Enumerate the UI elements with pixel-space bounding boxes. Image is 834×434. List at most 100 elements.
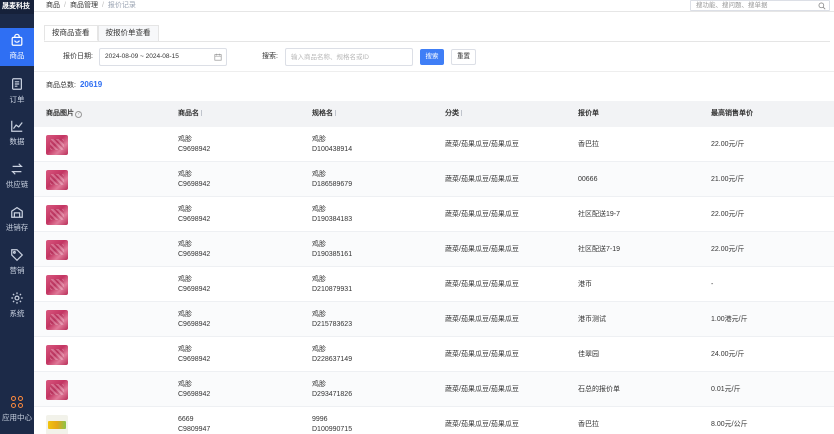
app-logo: 晟麦科技 xyxy=(0,0,34,14)
product-name: 鸡胗 xyxy=(178,380,192,388)
cell-name: 鸡胗 C9698942 xyxy=(178,162,210,197)
col-spec[interactable]: 规格名 xyxy=(312,101,338,127)
app-center-label: 应用中心 xyxy=(2,412,32,422)
col-name[interactable]: 商品名 xyxy=(178,101,204,127)
table-row[interactable]: 鸡胗 C9698942 鸡胗 D215783623 蔬菜/茄果瓜豆/茄果瓜豆 港币测试 1.… xyxy=(34,302,834,337)
breadcrumb-item-goods-manage[interactable]: 商品管理 xyxy=(70,2,98,9)
quote-name: 香巴拉 xyxy=(578,420,599,428)
col-category[interactable]: 分类 xyxy=(445,101,464,127)
app-center-button[interactable]: 应用中心 xyxy=(0,388,34,430)
reset-button[interactable]: 重置 xyxy=(451,49,476,65)
table-row[interactable]: 鸡胗 C9698942 鸡胗 D186589679 蔬菜/茄果瓜豆/茄果瓜豆 00666 2… xyxy=(34,162,834,197)
nav-item-orders[interactable]: 订单 xyxy=(0,72,34,110)
cell-quote: 00666 xyxy=(578,162,597,197)
sort-icon[interactable] xyxy=(461,110,464,116)
sidebar: 晟麦科技 商品 订单 数据 供应链 进销存 营销 系统 应用中心 xyxy=(0,0,34,434)
product-thumbnail[interactable] xyxy=(46,310,68,330)
product-thumbnail[interactable] xyxy=(46,205,68,225)
product-thumbnail[interactable] xyxy=(46,170,68,190)
cell-spec: 鸡胗 D190384183 xyxy=(312,197,352,232)
cell-spec: 9996 D100990715 xyxy=(312,407,352,434)
cell-spec: 鸡胗 D100438914 xyxy=(312,127,352,162)
spec-code: D190384183 xyxy=(312,215,353,223)
max-price: 0.01元/斤 xyxy=(711,385,741,393)
breadcrumb-current: 报价记录 xyxy=(107,2,136,9)
spec-name: 9996 xyxy=(312,415,328,423)
table-row[interactable]: 鸡胗 C9698942 鸡胗 D293471826 蔬菜/茄果瓜豆/茄果瓜豆 石总的报价单… xyxy=(34,372,834,407)
cell-category: 蔬菜/茄果瓜豆/茄果瓜豆 xyxy=(445,372,519,407)
quote-name: 港币 xyxy=(578,280,592,288)
product-thumbnail[interactable] xyxy=(46,380,68,400)
search-button[interactable]: 搜索 xyxy=(420,49,444,65)
max-price: 22.00元/斤 xyxy=(711,140,745,148)
table-row[interactable]: 鸡胗 C9698942 鸡胗 D190384183 蔬菜/茄果瓜豆/茄果瓜豆 社区配送19… xyxy=(34,197,834,232)
sort-icon[interactable] xyxy=(201,110,204,116)
date-range-picker[interactable]: 2024-08-09 ~ 2024-08-15 xyxy=(99,48,227,66)
tab-by-quote[interactable]: 按报价单查看 xyxy=(97,25,159,41)
table-row[interactable]: 鸡胗 C9698942 鸡胗 D100438914 蔬菜/茄果瓜豆/茄果瓜豆 香巴拉 22.… xyxy=(34,127,834,162)
nav-item-data[interactable]: 数据 xyxy=(0,114,34,152)
quote-name: 00666 xyxy=(578,175,598,183)
product-thumbnail[interactable] xyxy=(46,135,68,155)
product-code: C9698942 xyxy=(178,320,211,328)
table-row[interactable]: 6669 C9809947 9996 D100990715 蔬菜/茄果瓜豆/茄果瓜豆 香巴… xyxy=(34,407,834,434)
product-name: 鸡胗 xyxy=(178,170,192,178)
col-image-label: 商品图片 xyxy=(46,110,74,117)
cell-name: 鸡胗 C9698942 xyxy=(178,372,210,407)
max-price: 22.00元/斤 xyxy=(711,245,745,253)
col-category-label: 分类 xyxy=(445,110,459,117)
cell-price: 0.01元/斤 xyxy=(711,372,741,407)
cell-category: 蔬菜/茄果瓜豆/茄果瓜豆 xyxy=(445,232,519,267)
cell-spec: 鸡胗 D190385161 xyxy=(312,232,352,267)
spec-code: D293471826 xyxy=(312,390,353,398)
cell-spec: 鸡胗 D293471826 xyxy=(312,372,352,407)
category-path: 蔬菜/茄果瓜豆/茄果瓜豆 xyxy=(445,280,519,288)
cell-price: 22.00元/斤 xyxy=(711,197,744,232)
table-row[interactable]: 鸡胗 C9698942 鸡胗 D190385161 蔬菜/茄果瓜豆/茄果瓜豆 社区配送7-… xyxy=(34,232,834,267)
cell-quote: 香巴拉 xyxy=(578,407,599,434)
breadcrumb-item-goods[interactable]: 商品 xyxy=(46,2,60,9)
gear-icon xyxy=(11,292,23,304)
category-path: 蔬菜/茄果瓜豆/茄果瓜豆 xyxy=(445,350,519,358)
nav-item-system[interactable]: 系统 xyxy=(0,286,34,324)
cell-spec: 鸡胗 D210879931 xyxy=(312,267,352,302)
cell-quote: 石总的报价单 xyxy=(578,372,620,407)
col-quote-label: 报价单 xyxy=(578,110,599,117)
global-search-input[interactable]: 搜功能、搜问题、搜单据 xyxy=(690,0,830,11)
cell-name: 鸡胗 C9698942 xyxy=(178,232,210,267)
category-path: 蔬菜/茄果瓜豆/茄果瓜豆 xyxy=(445,420,519,428)
cell-category: 蔬菜/茄果瓜豆/茄果瓜豆 xyxy=(445,302,519,337)
nav-item-supply-chain[interactable]: 供应链 xyxy=(0,157,34,195)
spec-name: 鸡胗 xyxy=(312,380,326,388)
cell-quote: 社区配送19-7 xyxy=(578,197,620,232)
help-icon[interactable]: ? xyxy=(75,111,82,118)
product-thumbnail[interactable] xyxy=(46,240,68,260)
product-code: C9698942 xyxy=(178,145,211,153)
product-thumbnail[interactable] xyxy=(46,345,68,365)
app-grid-icon xyxy=(11,395,23,408)
col-price: 最高销售单价 xyxy=(711,101,753,127)
table-row[interactable]: 鸡胗 C9698942 鸡胗 D210879931 蔬菜/茄果瓜豆/茄果瓜豆 港币 - xyxy=(34,267,834,302)
search-icon[interactable] xyxy=(818,2,826,10)
max-price: 24.00元/斤 xyxy=(711,350,745,358)
spec-code: D100438914 xyxy=(312,145,353,153)
nav-item-marketing[interactable]: 营销 xyxy=(0,243,34,281)
cell-quote: 佳翠园 xyxy=(578,337,599,372)
table-row[interactable]: 鸡胗 C9698942 鸡胗 D228637149 蔬菜/茄果瓜豆/茄果瓜豆 佳翠园 24.… xyxy=(34,337,834,372)
category-path: 蔬菜/茄果瓜豆/茄果瓜豆 xyxy=(445,315,519,323)
col-spec-label: 规格名 xyxy=(312,110,333,117)
sort-icon[interactable] xyxy=(335,110,338,116)
tab-by-goods[interactable]: 按商品查看 xyxy=(44,25,98,41)
spec-code: D215783623 xyxy=(312,320,353,328)
product-name: 鸡胗 xyxy=(178,240,192,248)
nav-item-inventory[interactable]: 进销存 xyxy=(0,200,34,238)
product-thumbnail[interactable] xyxy=(46,415,68,434)
nav-item-goods[interactable]: 商品 xyxy=(0,28,34,66)
nav-label: 进销存 xyxy=(5,223,29,232)
cell-spec: 鸡胗 D215783623 xyxy=(312,302,352,337)
search-input[interactable] xyxy=(286,49,412,65)
date-label: 报价日期: xyxy=(63,53,93,60)
product-thumbnail[interactable] xyxy=(46,275,68,295)
cell-quote: 香巴拉 xyxy=(578,127,599,162)
product-name: 鸡胗 xyxy=(178,345,192,353)
